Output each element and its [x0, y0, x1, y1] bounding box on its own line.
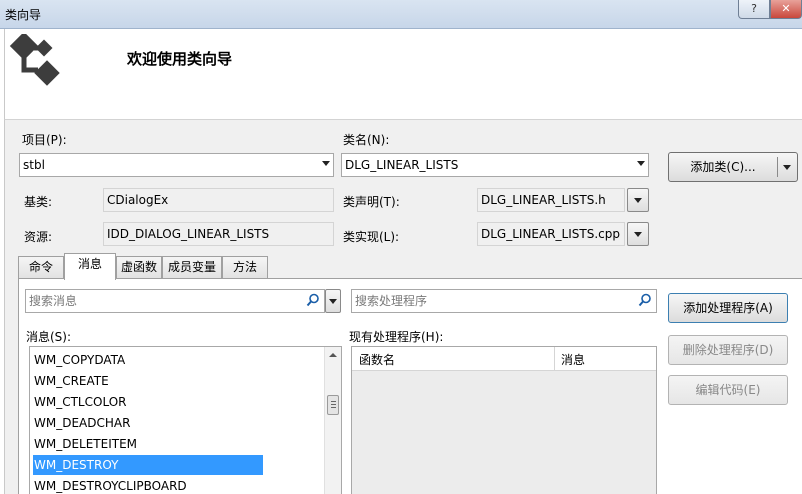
class-wizard-logo-icon: [8, 31, 64, 93]
search-messages-input[interactable]: 搜索消息: [25, 289, 325, 313]
search-messages-placeholder: 搜索消息: [29, 294, 78, 308]
class-name-combo-value: DLG_LINEAR_LISTS: [345, 158, 459, 172]
chevron-down-icon: [634, 198, 642, 203]
list-item-selected[interactable]: WM_DESTROY: [33, 455, 263, 475]
class-implementation-dropdown[interactable]: [627, 222, 649, 246]
messages-scrollbar[interactable]: [324, 347, 341, 494]
tab-messages[interactable]: 消息: [64, 253, 116, 280]
edit-code-button[interactable]: 编辑代码(E): [668, 375, 788, 405]
window-title: 类向导: [5, 8, 42, 22]
title-bar[interactable]: [0, 0, 802, 29]
existing-handlers-grid[interactable]: 函数名 消息: [351, 346, 657, 494]
column-header-function-name[interactable]: 函数名: [359, 351, 395, 368]
scrollbar-thumb[interactable]: [327, 395, 339, 415]
tab-member-variables[interactable]: 成员变量: [162, 256, 222, 278]
class-name-label: 类名(N):: [343, 133, 390, 147]
resource-label: 资源:: [24, 230, 53, 244]
base-class-label: 基类:: [24, 195, 53, 209]
chevron-down-icon: [322, 161, 330, 166]
add-class-button[interactable]: 添加类(C)...: [668, 152, 798, 182]
messages-label: 消息(S):: [26, 330, 72, 344]
chevron-down-icon[interactable]: [783, 165, 791, 170]
chevron-down-icon: [637, 161, 645, 166]
search-handlers-input[interactable]: 搜索处理程序: [351, 289, 657, 313]
delete-handler-button[interactable]: 删除处理程序(D): [668, 335, 788, 365]
scroll-up-arrow-icon[interactable]: [329, 353, 337, 357]
list-item[interactable]: WM_COPYDATA: [33, 350, 263, 370]
search-messages-dropdown[interactable]: [325, 289, 341, 313]
search-icon[interactable]: [306, 293, 320, 307]
column-header-message[interactable]: 消息: [561, 351, 585, 368]
header-banner: [4, 29, 802, 120]
tab-virtual-functions[interactable]: 虚函数: [116, 256, 162, 278]
close-button[interactable]: ✕: [770, 0, 802, 19]
class-name-combo[interactable]: DLG_LINEAR_LISTS: [341, 153, 649, 177]
help-button[interactable]: ?: [738, 0, 770, 19]
list-item[interactable]: WM_CTLCOLOR: [33, 392, 263, 412]
tab-commands[interactable]: 命令: [18, 256, 64, 278]
search-icon[interactable]: [638, 293, 652, 307]
class-implementation-field: DLG_LINEAR_LISTS.cpp: [477, 222, 625, 246]
messages-listbox[interactable]: WM_COPYDATA WM_CREATE WM_CTLCOLOR WM_DEA…: [29, 346, 342, 494]
resource-field: IDD_DIALOG_LINEAR_LISTS: [103, 222, 334, 246]
class-declaration-dropdown[interactable]: [627, 188, 649, 212]
list-item[interactable]: WM_DESTROYCLIPBOARD: [33, 476, 263, 494]
list-item[interactable]: WM_CREATE: [33, 371, 263, 391]
column-divider[interactable]: [554, 347, 555, 370]
chevron-down-icon: [329, 299, 337, 304]
grid-header: 函数名 消息: [352, 347, 656, 371]
existing-handlers-label: 现有处理程序(H):: [349, 330, 444, 344]
add-class-label: 添加类(C)...: [690, 160, 756, 174]
base-class-field: CDialogEx: [103, 188, 334, 212]
class-declaration-label: 类声明(T):: [343, 195, 400, 209]
class-declaration-field: DLG_LINEAR_LISTS.h: [477, 188, 625, 212]
tab-methods[interactable]: 方法: [222, 256, 268, 278]
chevron-down-icon: [634, 232, 642, 237]
class-implementation-label: 类实现(L):: [343, 230, 400, 244]
add-handler-button[interactable]: 添加处理程序(A): [668, 293, 788, 323]
welcome-heading: 欢迎使用类向导: [127, 50, 233, 68]
list-item[interactable]: WM_DELETEITEM: [33, 434, 263, 454]
search-handlers-placeholder: 搜索处理程序: [355, 294, 428, 308]
project-combo[interactable]: stbl: [19, 153, 334, 177]
split-divider: [777, 157, 778, 177]
project-label: 项目(P):: [22, 133, 67, 147]
project-combo-value: stbl: [23, 158, 45, 172]
list-item[interactable]: WM_DEADCHAR: [33, 413, 263, 433]
